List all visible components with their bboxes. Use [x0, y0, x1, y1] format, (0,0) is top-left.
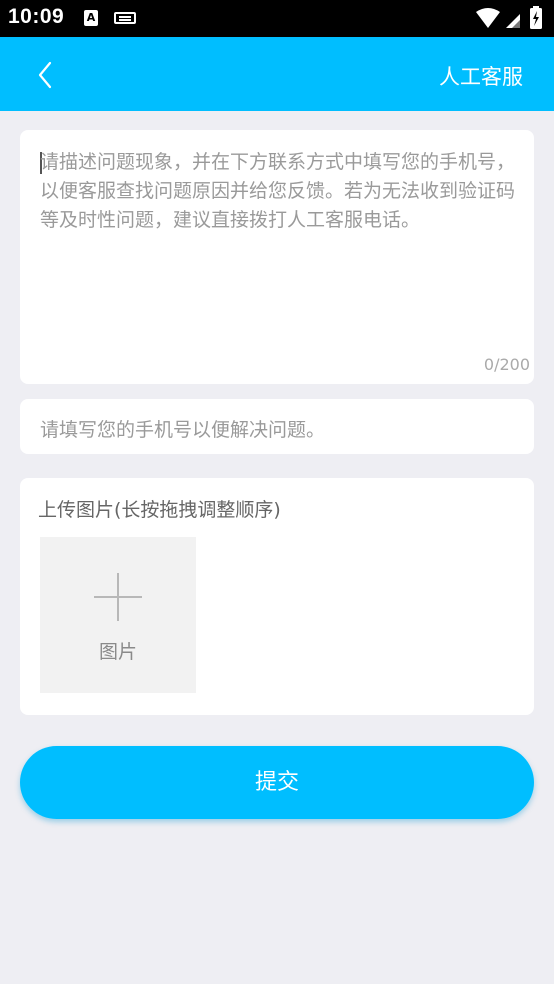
status-bar: 10:09 A — [0, 0, 554, 37]
app-header: 人工客服 — [0, 37, 554, 111]
notification-a-icon: A — [84, 10, 98, 26]
wifi-icon — [476, 8, 500, 28]
submit-button[interactable]: 提交 — [20, 746, 534, 819]
chevron-left-icon — [38, 61, 52, 89]
status-time: 10:09 — [8, 5, 65, 28]
plus-icon-vertical — [117, 573, 119, 621]
character-counter: 0/200 — [483, 355, 530, 374]
upload-label: 上传图片(长按拖拽调整顺序) — [38, 499, 281, 521]
upload-section: 上传图片(长按拖拽调整顺序) 图片 — [20, 478, 534, 715]
add-image-label: 图片 — [98, 641, 137, 663]
description-textarea[interactable]: 请描述问题现象，并在下方联系方式中填写您的手机号，以便客服查找问题原因并给您反馈… — [20, 130, 534, 384]
phone-field[interactable]: 请填写您的手机号以便解决问题。 — [20, 399, 534, 454]
battery-icon — [530, 6, 542, 29]
add-image-button[interactable]: 图片 — [40, 537, 196, 693]
signal-icon — [506, 14, 520, 28]
keyboard-icon — [114, 12, 136, 24]
page-title: 人工客服 — [439, 65, 523, 89]
back-button[interactable] — [28, 55, 68, 95]
phone-placeholder: 请填写您的手机号以便解决问题。 — [40, 419, 326, 441]
status-icons — [476, 6, 542, 29]
description-placeholder: 请描述问题现象，并在下方联系方式中填写您的手机号，以便客服查找问题原因并给您反馈… — [40, 151, 516, 231]
